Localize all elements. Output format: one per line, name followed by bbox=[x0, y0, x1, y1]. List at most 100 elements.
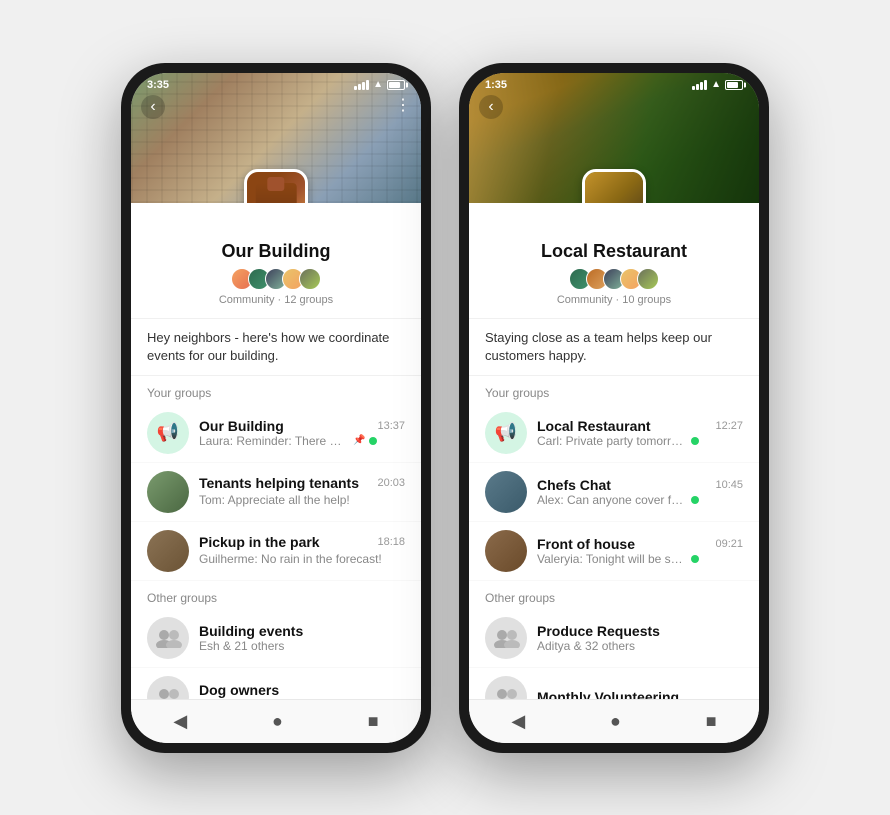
status-time-1: 3:35 bbox=[147, 79, 169, 91]
group-name: Our Building bbox=[199, 418, 284, 434]
group-info: Chefs Chat 10:45 Alex: Can anyone cover … bbox=[537, 477, 743, 507]
home-nav-button-2[interactable]: ● bbox=[610, 711, 621, 732]
more-button-1[interactable]: ⋮ bbox=[395, 95, 411, 115]
online-dot bbox=[369, 437, 377, 445]
group-icon-photo bbox=[485, 471, 527, 513]
groups-section-2: Your groups 📢 Local Restaurant 12:27 Car… bbox=[469, 376, 759, 699]
group-name: Tenants helping tenants bbox=[199, 475, 359, 491]
group-preview: Guilherme: No rain in the forecast! bbox=[199, 552, 382, 566]
phone-restaurant: 1:35 ▲ ‹ bbox=[459, 63, 769, 753]
status-bar-1: 3:35 ▲ bbox=[131, 73, 421, 93]
other-group-item[interactable]: Produce Requests Aditya & 32 others bbox=[469, 609, 759, 668]
group-preview: Carl: Private party tomorrow in the ... bbox=[537, 434, 687, 448]
other-group-avatar bbox=[485, 617, 527, 659]
wifi-icon: ▲ bbox=[373, 79, 383, 90]
pin-icon: 📌 bbox=[353, 435, 365, 446]
other-groups-label-2: Other groups bbox=[469, 581, 759, 609]
people-icon bbox=[154, 628, 182, 648]
other-group-sub: Esh & 21 others bbox=[199, 639, 405, 653]
group-item[interactable]: 📢 Local Restaurant 12:27 Carl: Private p… bbox=[469, 404, 759, 463]
back-nav-button-2[interactable]: ◀ bbox=[511, 711, 525, 732]
group-name-row: Chefs Chat 10:45 bbox=[537, 477, 743, 493]
group-name: Pickup in the park bbox=[199, 534, 320, 550]
battery-icon bbox=[387, 80, 405, 90]
other-group-avatar bbox=[147, 617, 189, 659]
your-groups-label-2: Your groups bbox=[469, 376, 759, 404]
other-group-avatar bbox=[485, 676, 527, 699]
header-image-restaurant: 1:35 ▲ ‹ bbox=[469, 73, 759, 203]
community-desc-1: Hey neighbors - here's how we coordinate… bbox=[131, 319, 421, 376]
group-info: Dog owners Chris & 32 others bbox=[199, 682, 405, 699]
people-icon bbox=[492, 687, 520, 699]
group-item[interactable]: Chefs Chat 10:45 Alex: Can anyone cover … bbox=[469, 463, 759, 522]
produce-requests-name: Produce Requests bbox=[537, 623, 743, 639]
phone-inner-restaurant: 1:35 ▲ ‹ bbox=[469, 73, 759, 743]
monthly-volunteering-name: Monthly Volunteering bbox=[537, 689, 743, 699]
member-avatar bbox=[637, 268, 659, 290]
group-preview-row: Carl: Private party tomorrow in the ... bbox=[537, 434, 743, 448]
restaurant-avatar-image bbox=[585, 172, 643, 203]
speaker-icon: 📢 bbox=[147, 412, 189, 454]
community-avatar-restaurant bbox=[582, 169, 646, 203]
community-meta-1: Community · 12 groups bbox=[147, 294, 405, 306]
other-group-item-partial[interactable]: Monthly Volunteering bbox=[469, 668, 759, 699]
online-dot bbox=[691, 437, 699, 445]
community-name-1: Our Building bbox=[147, 241, 405, 262]
group-item[interactable]: 📢 Our Building 13:37 Laura: Reminder: Th… bbox=[131, 404, 421, 463]
phone-inner-building: 3:35 ▲ ‹ ⋮ bbox=[131, 73, 421, 743]
member-avatar bbox=[299, 268, 321, 290]
group-info: Building events Esh & 21 others bbox=[199, 623, 405, 653]
status-icons-1: ▲ bbox=[354, 79, 405, 90]
group-name: Chefs Chat bbox=[537, 477, 611, 493]
people-icon bbox=[492, 628, 520, 648]
group-item[interactable]: Pickup in the park 18:18 Guilherme: No r… bbox=[131, 522, 421, 581]
status-bar-2: 1:35 ▲ bbox=[469, 73, 759, 93]
produce-requests-sub: Aditya & 32 others bbox=[537, 639, 743, 653]
group-name: Front of house bbox=[537, 536, 635, 552]
group-name-row: Tenants helping tenants 20:03 bbox=[199, 475, 405, 491]
community-meta-2: Community · 10 groups bbox=[485, 294, 743, 306]
recents-nav-button-2[interactable]: ■ bbox=[706, 711, 717, 732]
group-preview: Valeryia: Tonight will be special! bbox=[537, 552, 687, 566]
online-dot bbox=[691, 496, 699, 504]
people-icon bbox=[154, 687, 182, 699]
phone-building: 3:35 ▲ ‹ ⋮ bbox=[121, 63, 431, 753]
community-avatar-building bbox=[244, 169, 308, 203]
home-nav-button[interactable]: ● bbox=[272, 711, 283, 732]
group-info: Local Restaurant 12:27 Carl: Private par… bbox=[537, 418, 743, 448]
group-info: Our Building 13:37 Laura: Reminder: Ther… bbox=[199, 418, 405, 448]
group-icon-photo bbox=[485, 530, 527, 572]
back-nav-button[interactable]: ◀ bbox=[173, 711, 187, 732]
group-name-row: Our Building 13:37 bbox=[199, 418, 405, 434]
status-time-2: 1:35 bbox=[485, 79, 507, 91]
back-button-2[interactable]: ‹ bbox=[479, 95, 503, 119]
group-info: Front of house 09:21 Valeryia: Tonight w… bbox=[537, 536, 743, 566]
group-time: 20:03 bbox=[377, 477, 405, 489]
signal-icon bbox=[354, 80, 369, 90]
recents-nav-button[interactable]: ■ bbox=[368, 711, 379, 732]
group-item[interactable]: Tenants helping tenants 20:03 Tom: Appre… bbox=[131, 463, 421, 522]
header-image-building: 3:35 ▲ ‹ ⋮ bbox=[131, 73, 421, 203]
group-info: Produce Requests Aditya & 32 others bbox=[537, 623, 743, 653]
group-info: Pickup in the park 18:18 Guilherme: No r… bbox=[199, 534, 405, 568]
group-name-row: Local Restaurant 12:27 bbox=[537, 418, 743, 434]
group-preview-row: Laura: Reminder: There will be ... 📌 bbox=[199, 434, 405, 448]
speaker-icon-2: 📢 bbox=[485, 412, 527, 454]
other-group-item[interactable]: Building events Esh & 21 others bbox=[131, 609, 421, 668]
your-groups-label-1: Your groups bbox=[131, 376, 421, 404]
group-time: 09:21 bbox=[715, 538, 743, 550]
group-preview-row: Valeryia: Tonight will be special! bbox=[537, 552, 743, 566]
group-preview: Tom: Appreciate all the help! bbox=[199, 493, 350, 507]
back-button-1[interactable]: ‹ bbox=[141, 95, 165, 119]
member-avatars-1 bbox=[147, 268, 405, 290]
online-dot bbox=[691, 555, 699, 563]
group-info: Tenants helping tenants 20:03 Tom: Appre… bbox=[199, 475, 405, 509]
group-time: 18:18 bbox=[377, 536, 405, 548]
other-group-item-partial[interactable]: Dog owners Chris & 32 others bbox=[131, 668, 421, 699]
bottom-nav-1: ◀ ● ■ bbox=[131, 699, 421, 743]
other-groups-label-1: Other groups bbox=[131, 581, 421, 609]
group-item[interactable]: Front of house 09:21 Valeryia: Tonight w… bbox=[469, 522, 759, 581]
group-name-row: Front of house 09:21 bbox=[537, 536, 743, 552]
group-icon-speaker: 📢 bbox=[147, 412, 189, 454]
group-name-row: Pickup in the park 18:18 bbox=[199, 534, 405, 550]
